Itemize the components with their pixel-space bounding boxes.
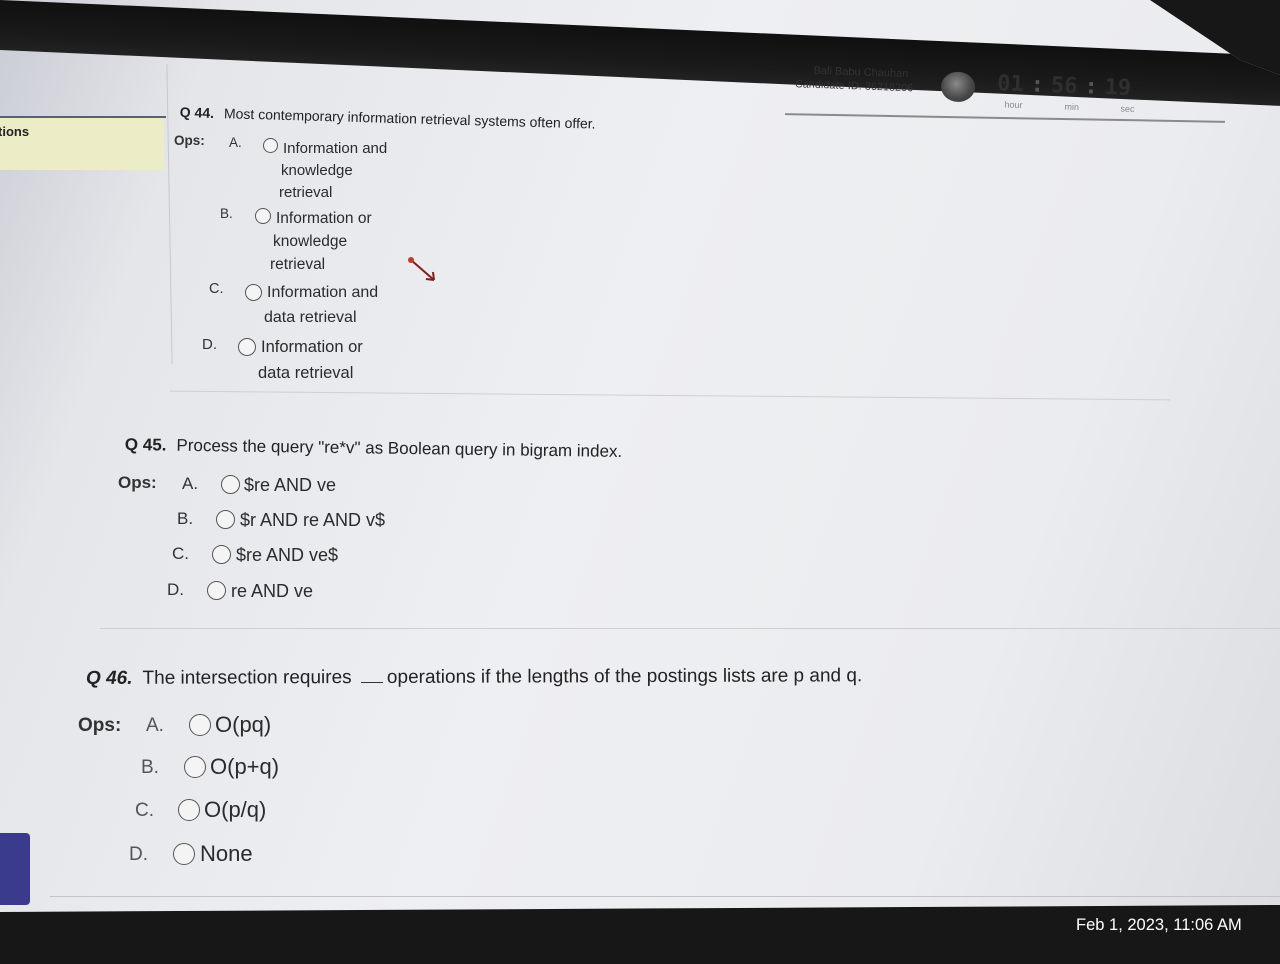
ops-label: Ops:: [78, 715, 122, 736]
question-text: operations if the lengths of the posting…: [386, 665, 863, 688]
option-letter: B.: [177, 509, 194, 528]
radio-button[interactable]: [189, 714, 211, 736]
radio-button[interactable]: [255, 208, 271, 224]
option-letter: C.: [172, 544, 189, 563]
radio-button[interactable]: [178, 799, 200, 821]
option-letter: A.: [146, 715, 164, 736]
question-text: Process the query "re*v" as Boolean quer…: [176, 435, 623, 461]
radio-button[interactable]: [184, 756, 206, 778]
timer-unit-sec: sec: [1120, 103, 1135, 115]
radio-button[interactable]: [216, 510, 235, 529]
sidebar-divider: [0, 116, 166, 118]
timer-hour: 01: [996, 71, 1025, 98]
sidebar-title: tions: [0, 124, 30, 139]
timer-unit-hour: hour: [1004, 99, 1023, 111]
question-number: Q 45.: [124, 435, 167, 455]
question-45: Q 45. Process the query "re*v" as Boolean…: [125, 435, 623, 462]
timer-min: 56: [1050, 73, 1078, 100]
content-divider: [166, 64, 173, 364]
option-text: Information and: [267, 284, 379, 301]
question-divider: [100, 628, 1280, 629]
radio-button[interactable]: [173, 843, 195, 865]
ops-label: Ops:: [174, 133, 205, 148]
radio-button[interactable]: [238, 338, 256, 356]
option-text: $r AND re AND v$: [240, 510, 386, 530]
option-text: Information or: [276, 210, 372, 227]
option-text: knowledge: [273, 233, 348, 250]
option-text: $re AND ve$: [236, 545, 339, 565]
question-number: Q 44.: [179, 104, 215, 121]
timer-sec: 19: [1104, 75, 1132, 101]
avatar: [940, 71, 976, 103]
blank-line: [360, 681, 383, 684]
option-letter: C.: [135, 800, 154, 821]
question-number: Q 46.: [86, 667, 133, 689]
mouse-pointer-icon: [408, 257, 435, 281]
question-44: Q 44. Most contemporary information retri…: [180, 104, 596, 132]
question-text: Most contemporary information retrieval …: [223, 105, 596, 132]
timer-separator: :: [1083, 74, 1099, 100]
option-letter: A.: [229, 135, 242, 150]
question-46: Q 46. The intersection requires operation…: [86, 665, 862, 690]
option-text: retrieval: [279, 184, 333, 201]
question-divider: [50, 896, 1280, 897]
option-letter: D.: [129, 844, 148, 865]
option-letter: D.: [202, 336, 217, 353]
option-text: O(p+q): [210, 754, 280, 779]
option-text: Information and: [283, 140, 388, 157]
option-text: data retrieval: [264, 309, 357, 326]
question-divider: [170, 390, 1170, 401]
option-letter: A.: [182, 474, 199, 493]
radio-button[interactable]: [221, 475, 240, 494]
question-text: The intersection requires: [142, 667, 352, 689]
option-text: Information or: [261, 338, 363, 356]
radio-button[interactable]: [207, 581, 226, 600]
option-letter: B.: [141, 757, 159, 778]
countdown-timer: 01:56:19: [997, 71, 1132, 101]
option-letter: D.: [167, 580, 184, 599]
sidebar-active-block[interactable]: [0, 833, 30, 905]
option-text: data retrieval: [258, 364, 354, 382]
option-text: retrieval: [270, 256, 326, 273]
screen: tions Bali Babu Chauhan Candidate ID: 36…: [0, 0, 1280, 912]
timer-separator: :: [1030, 72, 1045, 98]
option-text: O(p/q): [204, 797, 267, 822]
candidate-name: Bali Babu Chauhan: [813, 64, 909, 81]
option-text: O(pq): [215, 712, 272, 737]
radio-button[interactable]: [245, 284, 262, 301]
photo-timestamp: Feb 1, 2023, 11:06 AM: [1076, 916, 1242, 934]
radio-button[interactable]: [263, 138, 278, 153]
option-text: $re AND ve: [244, 475, 337, 495]
candidate-id: Candidate ID: 36218206: [794, 78, 914, 95]
option-text: re AND ve: [231, 581, 314, 601]
option-letter: B.: [220, 206, 233, 221]
timer-unit-min: min: [1064, 101, 1080, 113]
option-letter: C.: [209, 281, 224, 297]
ops-label: Ops:: [118, 473, 157, 492]
option-text: None: [200, 841, 253, 866]
option-text: knowledge: [281, 162, 353, 179]
radio-button[interactable]: [212, 545, 231, 564]
